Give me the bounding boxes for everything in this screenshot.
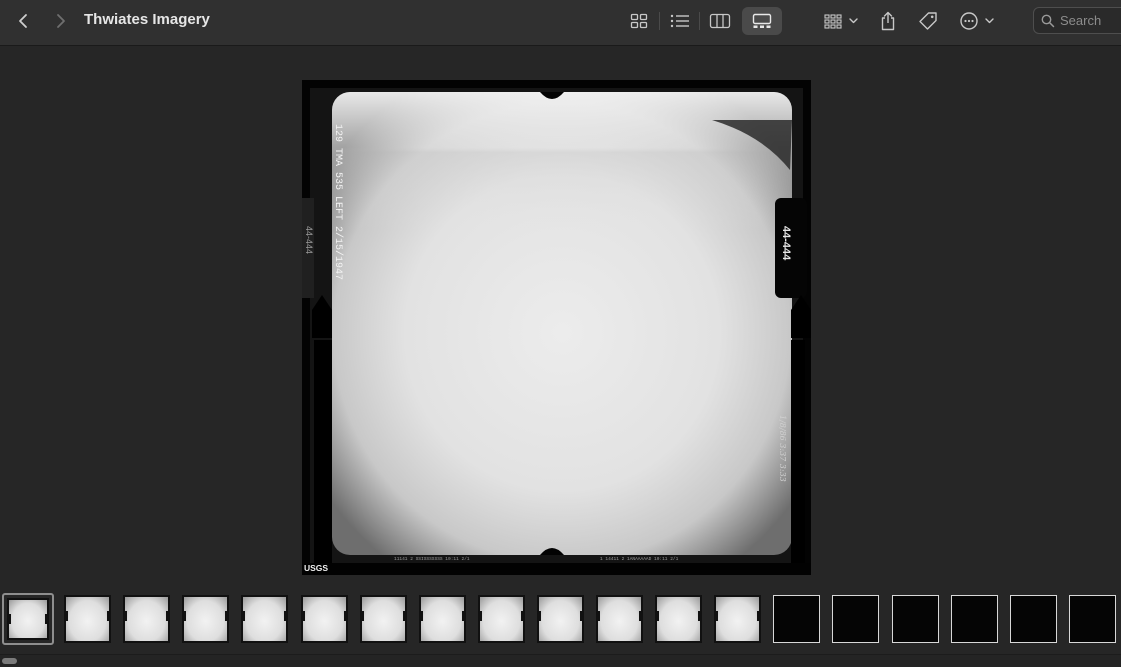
usgs-mark: USGS: [304, 563, 328, 573]
frame-number-right: 44-444: [780, 226, 792, 261]
thumbnail-image: [596, 595, 643, 643]
thumbnail-image: [714, 595, 762, 643]
aerial-photo-preview: 129 TMA 535 LEFT 2/15/1947 44-444 44-444…: [302, 80, 811, 575]
thumbnail-image: [1068, 595, 1116, 643]
bottom-caption-right: 1 14411 2 1ANAAAAAD 10:11 2/1: [600, 556, 679, 562]
thumbnail-image: [7, 598, 49, 640]
toolbar-divider: [699, 12, 700, 30]
filmstrip-thumbnail[interactable]: [773, 595, 821, 643]
filmstrip-thumbnail[interactable]: [536, 595, 584, 643]
grid-icon: [630, 13, 648, 29]
chevron-right-icon: [57, 14, 65, 28]
filmstrip-thumbnail[interactable]: [123, 595, 171, 643]
filmstrip-thumbnail[interactable]: [950, 595, 998, 643]
thumbnail-image: [182, 595, 230, 643]
toolbar: Thwiates Imagery: [0, 0, 1121, 46]
thumbnail-image: [123, 595, 171, 643]
thumbnail-image: [891, 595, 939, 643]
thumbnail-image: [773, 595, 821, 643]
share-icon: [881, 11, 895, 31]
thumbnail-image: [536, 595, 584, 643]
thumbnail-image: [950, 595, 998, 643]
filmstrip-thumbnail[interactable]: [182, 595, 230, 643]
filmstrip-thumbnail[interactable]: [64, 595, 112, 643]
forward-button[interactable]: [49, 10, 71, 32]
thumbnail-image: [359, 595, 407, 643]
thumbnail-image: [655, 595, 703, 643]
group-by-button[interactable]: [820, 7, 862, 35]
filmstrip-thumbnail[interactable]: [2, 593, 54, 645]
thumbnail-image: [418, 595, 466, 643]
tag-button[interactable]: [915, 7, 941, 35]
thumbnail-image: [477, 595, 525, 643]
filmstrip-thumbnail[interactable]: [418, 595, 466, 643]
filmstrip: [0, 588, 1121, 652]
frame-number-left: 44-444: [304, 226, 314, 254]
handwritten-note-right: 1/8/86 3:37 3:33: [778, 415, 787, 482]
ellipsis-circle-icon: [960, 12, 994, 30]
toolbar-divider: [659, 12, 660, 30]
list-icon: [670, 14, 689, 28]
thumbnail-image: [1009, 595, 1057, 643]
bottom-caption-left: 11141 2 SSISSSSSSS 10:11 2/1: [394, 556, 470, 562]
filmstrip-thumbnail[interactable]: [655, 595, 703, 643]
search-input[interactable]: [1058, 10, 1121, 30]
side-label-left: 129 TMA 535 LEFT 2/15/1947: [332, 124, 344, 280]
chevron-left-icon: [19, 14, 27, 28]
list-view-button[interactable]: [667, 7, 693, 35]
thumbnail-image: [241, 595, 289, 643]
filmstrip-thumbnail[interactable]: [1009, 595, 1057, 643]
filmstrip-thumbnail[interactable]: [891, 595, 939, 643]
icon-view-button[interactable]: [626, 7, 652, 35]
share-button[interactable]: [876, 7, 900, 35]
filmstrip-thumbnail[interactable]: [1068, 595, 1116, 643]
filmstrip-thumbnail[interactable]: [359, 595, 407, 643]
filmstrip-thumbnail[interactable]: [714, 595, 762, 643]
filmstrip-thumbnail[interactable]: [300, 595, 348, 643]
horizontal-scrollbar[interactable]: [0, 654, 1121, 667]
scrollbar-thumb[interactable]: [2, 658, 17, 664]
columns-icon: [709, 13, 731, 29]
gallery-view-button[interactable]: [742, 7, 782, 35]
thumbnail-image: [832, 595, 880, 643]
window-title: Thwiates Imagery: [84, 11, 210, 28]
filmstrip-thumbnail[interactable]: [832, 595, 880, 643]
filmstrip-thumbnail[interactable]: [241, 595, 289, 643]
gallery-icon: [752, 13, 772, 28]
image-preview: 129 TMA 535 LEFT 2/15/1947 44-444 44-444…: [302, 80, 811, 575]
group-by-icon: [824, 14, 858, 29]
back-button[interactable]: [13, 10, 35, 32]
thumbnail-image: [300, 595, 348, 643]
search-field[interactable]: [1033, 7, 1121, 34]
filmstrip-thumbnail[interactable]: [477, 595, 525, 643]
search-icon: [1041, 14, 1055, 28]
tag-icon: [919, 12, 937, 30]
column-view-button[interactable]: [706, 7, 734, 35]
filmstrip-thumbnail[interactable]: [596, 595, 643, 643]
more-actions-button[interactable]: [956, 7, 998, 35]
thumbnail-image: [64, 595, 112, 643]
